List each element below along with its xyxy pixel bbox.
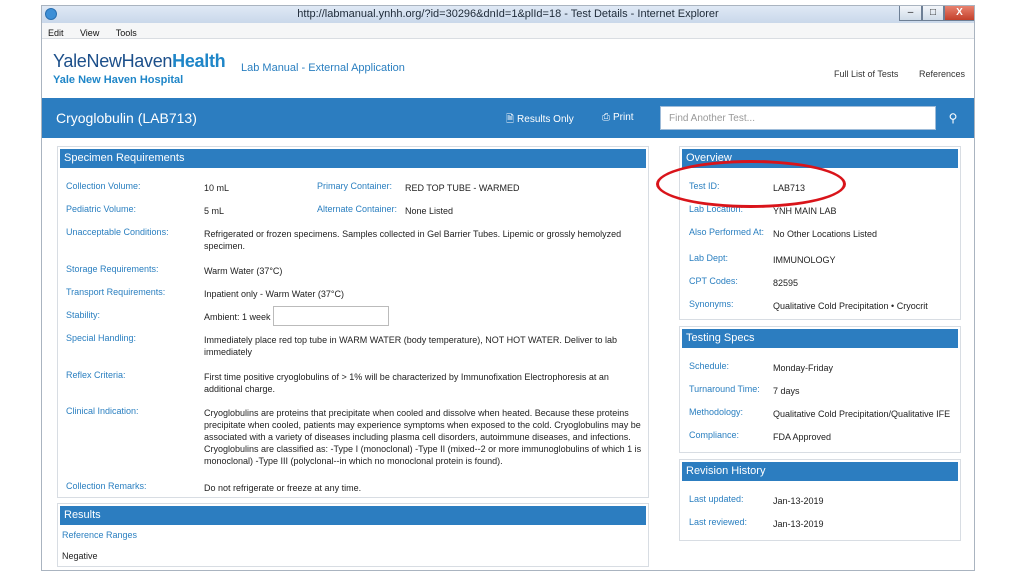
menu-view[interactable]: View (74, 25, 105, 38)
testing-specs-heading: Testing Specs (682, 329, 958, 348)
alternate-container-label: Alternate Container: (317, 204, 398, 214)
cpt-codes-value: 82595 (773, 278, 799, 288)
transport-value: Inpatient only - Warm Water (37°C) (204, 289, 344, 299)
specimen-heading: Specimen Requirements (60, 149, 646, 168)
methodology-label: Methodology: (689, 407, 744, 417)
minimize-button[interactable]: – (899, 6, 922, 21)
window-title: http://labmanual.ynhh.org/?id=30296&dnId… (297, 8, 719, 20)
reflex-criteria-label: Reflex Criteria: (66, 370, 126, 380)
page-title: Cryoglobulin (LAB713) (56, 110, 197, 126)
revision-history-heading: Revision History (682, 462, 958, 481)
floating-text-box[interactable] (273, 306, 389, 326)
primary-container-value: RED TOP TUBE - WARMED (405, 183, 520, 193)
menu-bar: Edit View Tools (42, 23, 974, 39)
synonyms-value: Qualitative Cold Precipitation • Cryocri… (773, 301, 928, 311)
lab-dept-label: Lab Dept: (689, 253, 729, 263)
last-reviewed-value: Jan-13-2019 (773, 519, 824, 529)
pediatric-volume-value: 5 mL (204, 206, 225, 216)
search-input[interactable]: Find Another Test... (660, 106, 936, 130)
test-title-bar: Cryoglobulin (LAB713) 🗎 Results Only ⎙ Pri… (42, 98, 974, 138)
title-bar: http://labmanual.ynhh.org/?id=30296&dnId… (42, 6, 974, 23)
compliance-value: FDA Approved (773, 432, 832, 442)
menu-edit[interactable]: Edit (42, 25, 70, 38)
results-panel: Results Reference Ranges Negative (57, 503, 649, 567)
testing-specs-panel: Testing Specs Schedule: Monday-Friday Tu… (679, 326, 961, 453)
print-icon: ⎙ (602, 112, 610, 123)
compliance-label: Compliance: (689, 430, 740, 440)
stability-value: Ambient: 1 week (204, 312, 271, 322)
close-button[interactable]: X (944, 6, 974, 21)
print-label: Print (613, 112, 634, 123)
full-list-link[interactable]: Full List of Tests (834, 69, 898, 79)
schedule-label: Schedule: (689, 361, 730, 371)
logo-accent-text: Health (172, 51, 226, 71)
collection-remarks-label: Collection Remarks: (66, 481, 147, 491)
turnaround-value: 7 days (773, 386, 800, 396)
reflex-criteria-value: First time positive cryoglobulins of > 1… (204, 372, 609, 394)
special-handling-value: Immediately place red top tube in WARM W… (204, 335, 617, 357)
storage-label: Storage Requirements: (66, 264, 159, 274)
lab-dept-value: IMMUNOLOGY (773, 255, 836, 265)
collection-volume-value: 10 mL (204, 183, 230, 193)
methodology-value: Qualitative Cold Precipitation/Qualitati… (773, 409, 951, 419)
storage-value: Warm Water (37°C) (204, 266, 283, 276)
special-handling-label: Special Handling: (66, 333, 137, 343)
last-reviewed-label: Last reviewed: (689, 517, 748, 527)
overview-panel: Overview Test ID: LAB713 Lab Location: Y… (679, 146, 961, 320)
also-performed-label: Also Performed At: (689, 227, 765, 237)
logo-main-text: YaleNewHaven (53, 51, 173, 71)
clinical-indication-value: Cryoglobulins are proteins that precipit… (204, 408, 642, 466)
maximize-button[interactable]: □ (922, 6, 944, 21)
turnaround-label: Turnaround Time: (689, 384, 760, 394)
unacceptable-label: Unacceptable Conditions: (66, 227, 169, 237)
cpt-codes-label: CPT Codes: (689, 276, 738, 286)
unacceptable-value: Refrigerated or frozen specimens. Sample… (204, 229, 622, 251)
collection-volume-label: Collection Volume: (66, 181, 141, 191)
also-performed-value: No Other Locations Listed (773, 229, 878, 239)
pediatric-volume-label: Pediatric Volume: (66, 204, 137, 214)
search-icon: ⚲ (948, 111, 958, 125)
print-button[interactable]: ⎙ Print (602, 112, 634, 123)
logo[interactable]: YaleNewHavenHealth (53, 51, 226, 72)
alternate-container-value: None Listed (405, 206, 454, 216)
last-updated-value: Jan-13-2019 (773, 496, 824, 506)
synonyms-label: Synonyms: (689, 299, 734, 309)
site-header: YaleNewHavenHealth Yale New Haven Hospit… (42, 39, 974, 97)
overview-heading: Overview (682, 149, 958, 168)
schedule-value: Monday-Friday (773, 363, 834, 373)
lab-location-value: YNH MAIN LAB (773, 206, 837, 216)
clinical-indication-label: Clinical Indication: (66, 406, 139, 416)
reference-ranges-value: Negative (62, 551, 98, 561)
transport-label: Transport Requirements: (66, 287, 166, 297)
logo-subtitle: Yale New Haven Hospital (53, 74, 184, 86)
test-id-label: Test ID: (689, 181, 720, 191)
primary-container-label: Primary Container: (317, 181, 393, 191)
document-icon: 🗎 (506, 114, 515, 125)
reference-ranges-label: Reference Ranges (62, 530, 138, 540)
test-id-value: LAB713 (773, 183, 806, 193)
collection-remarks-value: Do not refrigerate or freeze at any time… (204, 483, 362, 493)
search-button[interactable]: ⚲ (937, 106, 969, 130)
menu-tools[interactable]: Tools (110, 25, 143, 38)
results-only-label: Results Only (517, 114, 574, 125)
references-link[interactable]: References (919, 69, 965, 79)
lab-location-label: Lab Location: (689, 204, 744, 214)
results-only-button[interactable]: 🗎 Results Only (506, 112, 574, 129)
revision-history-panel: Revision History Last updated: Jan-13-20… (679, 459, 961, 541)
browser-window: http://labmanual.ynhh.org/?id=30296&dnId… (41, 5, 975, 571)
app-name: Lab Manual - External Application (241, 62, 405, 74)
results-heading: Results (60, 506, 646, 525)
last-updated-label: Last updated: (689, 494, 744, 504)
stability-label: Stability: (66, 310, 101, 320)
